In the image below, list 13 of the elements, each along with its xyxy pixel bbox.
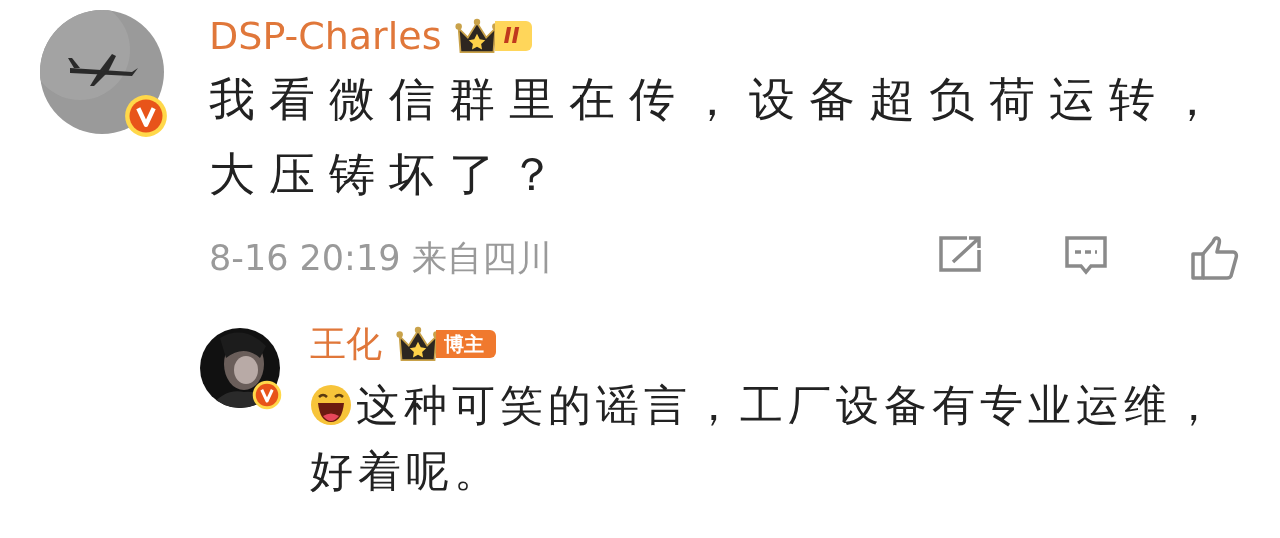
laughing-emoji-icon (310, 384, 352, 426)
username[interactable]: DSP-Charles (209, 14, 442, 58)
share-icon (937, 234, 983, 274)
username[interactable]: 王化 (310, 319, 382, 369)
comment-text: 我看微信群里在传，设备超负荷运转，大压铸坏了？ (209, 71, 1230, 203)
reply-text-line: 这种可笑的谣言，工厂设备有专业运维， (356, 379, 1221, 432)
thumbs-up-icon (1189, 234, 1239, 282)
reply-text-line: 好着呢。 (310, 445, 503, 498)
blogger-badge: 博主 (396, 325, 496, 363)
like-button[interactable] (1189, 234, 1239, 282)
level-badge: II (455, 17, 532, 55)
comment-meta: 8-16 20:19 来自四川 (209, 236, 552, 280)
comment-icon (1063, 234, 1109, 276)
